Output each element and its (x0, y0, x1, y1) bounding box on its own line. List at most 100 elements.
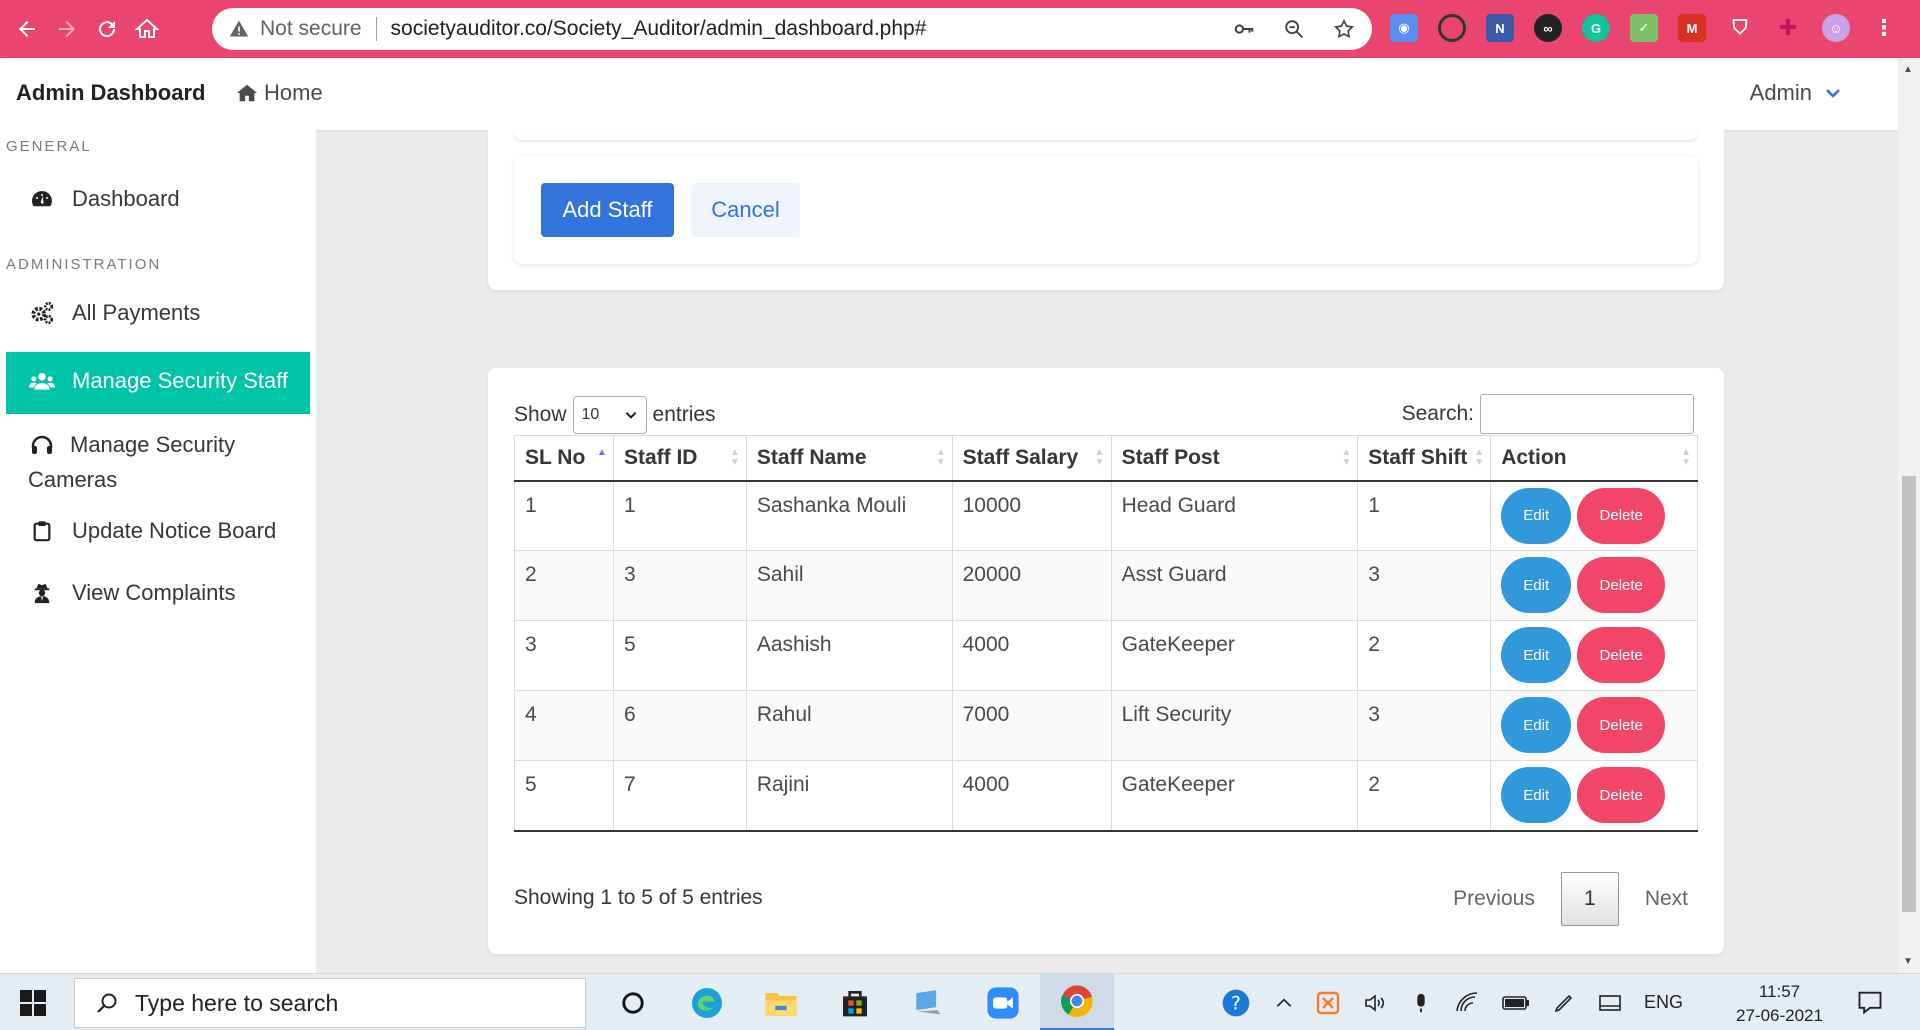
delete-button[interactable]: Delete (1577, 557, 1666, 613)
brand-title[interactable]: Admin Dashboard (16, 80, 205, 106)
profile-avatar-icon[interactable]: ☺ (1822, 14, 1850, 42)
page-scrollbar[interactable]: ▲ ▼ (1898, 58, 1920, 973)
cell-sl-no: 3 (514, 620, 614, 691)
battery-icon[interactable] (1502, 992, 1530, 1014)
edge-icon[interactable] (670, 974, 744, 1030)
computer-icon[interactable] (892, 974, 966, 1030)
kebab-menu-icon[interactable]: ⋮ (1870, 14, 1898, 42)
search-input[interactable] (1480, 394, 1694, 434)
sidebar-item-manage-security-staff[interactable]: Manage Security Staff (6, 352, 310, 414)
column-header-staff-salary[interactable]: Staff Salary ▲ ▼ (952, 435, 1112, 482)
forward-button[interactable] (50, 12, 84, 46)
edit-button[interactable]: Edit (1501, 487, 1572, 544)
zoom-icon[interactable] (1282, 17, 1306, 41)
url-text[interactable]: societyauditor.co/Society_Auditor/admin_… (391, 17, 927, 41)
cell-staff-post: Lift Security (1111, 690, 1359, 761)
column-header-sl-no[interactable]: SL No ▲ (514, 435, 614, 482)
edit-button[interactable]: Edit (1501, 627, 1572, 683)
windows-taskbar: Type here to search ? ENG 11:57 27-06-20… (0, 973, 1920, 1030)
speaker-icon[interactable] (1362, 991, 1388, 1015)
m-extension-icon[interactable]: M (1678, 14, 1706, 42)
browser-toolbar: Not secure societyauditor.co/Society_Aud… (0, 0, 1920, 58)
reload-button[interactable] (90, 12, 124, 46)
microphone-icon[interactable] (1410, 990, 1432, 1016)
app-navbar: Admin Dashboard Home Admin (0, 58, 1898, 130)
column-header-staff-name[interactable]: Staff Name ▲ ▼ (746, 435, 953, 482)
scrollbar-thumb[interactable] (1902, 476, 1916, 912)
tachometer-icon (28, 182, 56, 216)
cell-staff-post: Asst Guard (1111, 550, 1359, 621)
cancel-button[interactable]: Cancel (691, 183, 800, 237)
notification-icon[interactable] (1856, 988, 1884, 1016)
taskbar-search-box[interactable]: Type here to search (74, 978, 586, 1028)
edit-button[interactable]: Edit (1501, 767, 1572, 823)
previous-button[interactable]: Previous (1453, 887, 1535, 911)
scroll-down-icon[interactable]: ▼ (1903, 956, 1913, 967)
users-icon (28, 364, 56, 398)
check-extension-icon[interactable]: ✓ (1630, 14, 1658, 42)
infinity-extension-icon[interactable]: ∞ (1534, 14, 1562, 42)
home-link[interactable]: Home (236, 80, 323, 106)
menu-label-general: GENERAL (6, 138, 92, 155)
warning-icon (228, 18, 250, 40)
cell-sl-no: 5 (514, 760, 614, 832)
camera-extension-icon[interactable]: ◉ (1390, 14, 1418, 42)
home-link-label: Home (264, 80, 323, 105)
opera-extension-icon[interactable] (1438, 14, 1466, 42)
sidebar-item-dashboard[interactable]: Dashboard (6, 168, 310, 230)
system-clock[interactable]: 11:57 27-06-2021 (1736, 980, 1823, 1028)
admin-dropdown[interactable]: Admin (1750, 80, 1842, 106)
column-header-staff-post[interactable]: Staff Post ▲ ▼ (1111, 435, 1359, 482)
column-header-staff-id[interactable]: Staff ID ▲ ▼ (613, 435, 747, 482)
sidebar-item-manage-security-cameras[interactable]: Manage Security Cameras (6, 414, 310, 511)
store-icon[interactable] (818, 974, 892, 1030)
sort-icon: ▲ ▼ (1474, 447, 1485, 468)
home-browser-button[interactable] (130, 12, 164, 46)
back-button[interactable] (10, 12, 44, 46)
delete-button[interactable]: Delete (1577, 767, 1666, 823)
chrome-taskbar-icon[interactable] (1040, 974, 1114, 1030)
file-explorer-icon[interactable] (744, 974, 818, 1030)
zoom-app-icon[interactable] (966, 974, 1040, 1030)
next-button[interactable]: Next (1645, 887, 1688, 911)
delete-button[interactable]: Delete (1577, 487, 1666, 544)
puzzle-extension-icon[interactable]: ✚ (1774, 14, 1802, 42)
column-header-action[interactable]: Action ▲ ▼ (1490, 435, 1698, 482)
address-bar[interactable]: Not secure societyauditor.co/Society_Aud… (212, 8, 1372, 50)
shield-extension-icon[interactable]: ⛉ (1726, 14, 1754, 42)
table-row: 4 6 Rahul 7000 Lift Security 3 Edit Delet… (514, 690, 1698, 761)
page-length-select[interactable]: 10 (572, 396, 647, 434)
xampp-icon[interactable] (1316, 991, 1340, 1015)
clipboard-icon (28, 514, 56, 548)
chevron-down-icon (625, 411, 636, 419)
sidebar-item-view-complaints[interactable]: View Complaints (6, 562, 310, 624)
page-1-button[interactable]: 1 (1560, 872, 1619, 926)
chevron-up-icon[interactable] (1274, 993, 1294, 1013)
add-staff-button[interactable]: Add Staff (541, 183, 674, 237)
cortana-icon[interactable] (596, 974, 670, 1030)
grammarly-extension-icon[interactable]: G (1582, 14, 1610, 42)
page-length-control: Show 10 entries (514, 396, 716, 434)
keyboard-icon[interactable] (1598, 992, 1622, 1014)
wifi-icon[interactable] (1454, 991, 1480, 1015)
column-header-staff-shift[interactable]: Staff Shift ▲ ▼ (1357, 435, 1492, 482)
sidebar-item-update-notice-board[interactable]: Update Notice Board (6, 500, 310, 562)
edit-button[interactable]: Edit (1501, 557, 1572, 613)
scroll-up-icon[interactable]: ▲ (1903, 64, 1913, 75)
n-extension-icon[interactable]: N (1486, 14, 1514, 42)
cell-actions: Edit Delete (1490, 620, 1698, 691)
pen-icon[interactable] (1552, 991, 1576, 1015)
key-icon[interactable] (1232, 17, 1256, 41)
delete-button[interactable]: Delete (1577, 697, 1666, 753)
language-indicator[interactable]: ENG (1644, 992, 1683, 1013)
clock-time: 11:57 (1758, 982, 1801, 1001)
edit-button[interactable]: Edit (1501, 697, 1572, 753)
windows-start-icon[interactable] (20, 990, 46, 1016)
help-icon[interactable]: ? (1220, 987, 1252, 1019)
table-header-row: SL No ▲ Staff ID ▲ ▼ Staff Name ▲ ▼ Staff Sal… (514, 435, 1698, 482)
staff-table: SL No ▲ Staff ID ▲ ▼ Staff Name ▲ ▼ Staff Sal… (514, 435, 1698, 832)
admin-label: Admin (1749, 80, 1812, 105)
sidebar-item-all-payments[interactable]: All Payments (6, 282, 310, 344)
delete-button[interactable]: Delete (1577, 627, 1666, 683)
star-icon[interactable] (1332, 17, 1356, 41)
